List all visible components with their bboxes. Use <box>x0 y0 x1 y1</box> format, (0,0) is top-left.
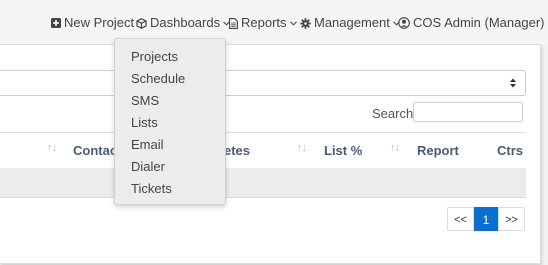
column-ctrs[interactable]: Ctrs <box>497 143 523 158</box>
sort-icon[interactable]: ↑↓ <box>47 142 57 154</box>
nav-user-label: COS Admin (Manager) <box>413 15 545 30</box>
prev-page-button[interactable]: << <box>447 207 474 231</box>
nav-new-project[interactable]: New Project <box>51 15 134 31</box>
select-arrows-icon <box>510 78 516 88</box>
nav-management[interactable]: Management <box>300 15 400 31</box>
dashboards-dropdown-menu: Projects Schedule SMS Lists Email Dialer… <box>114 38 226 205</box>
search-input[interactable] <box>413 102 523 122</box>
main-panel: Search: ↑↓ Contacts etes ↑↓ List % ↑↓ Re… <box>0 44 541 264</box>
next-page-button[interactable]: >> <box>498 207 525 231</box>
menu-item-lists[interactable]: Lists <box>131 115 158 130</box>
menu-item-sms[interactable]: SMS <box>131 93 159 108</box>
menu-item-email[interactable]: Email <box>131 137 164 152</box>
pagination: << 1 >> <box>447 207 525 231</box>
nav-new-project-label: New Project <box>64 15 135 30</box>
table-row <box>0 168 526 198</box>
file-icon <box>229 17 238 29</box>
column-list-percent[interactable]: List % <box>324 143 362 158</box>
plus-square-icon <box>51 18 61 28</box>
chevron-down-icon <box>289 20 297 26</box>
menu-item-projects[interactable]: Projects <box>131 49 178 64</box>
sort-icon[interactable]: ↑↓ <box>390 142 400 154</box>
current-page-button[interactable]: 1 <box>474 207 498 231</box>
nav-dashboards[interactable]: Dashboards <box>136 15 230 31</box>
menu-item-schedule[interactable]: Schedule <box>131 71 185 86</box>
gear-icon <box>300 17 311 29</box>
menu-item-dialer[interactable]: Dialer <box>131 159 165 174</box>
nav-reports-label: Reports <box>241 15 287 30</box>
table-header: ↑↓ Contacts etes ↑↓ List % ↑↓ Report Ctr… <box>0 132 526 169</box>
column-report[interactable]: Report <box>417 143 459 158</box>
column-completes[interactable]: etes <box>224 143 250 158</box>
nav-user-menu[interactable]: COS Admin (Manager) <box>398 15 548 31</box>
sort-icon[interactable]: ↑↓ <box>297 142 307 154</box>
project-select[interactable] <box>0 70 526 96</box>
menu-item-tickets[interactable]: Tickets <box>131 181 172 196</box>
user-circle-icon <box>398 17 410 29</box>
nav-dashboards-label: Dashboards <box>150 15 221 30</box>
nav-management-label: Management <box>314 15 390 30</box>
top-navbar: New Project Dashboards Reports Managemen… <box>0 0 548 44</box>
search-label: Search: <box>372 106 417 121</box>
cube-icon <box>136 17 147 29</box>
nav-reports[interactable]: Reports <box>229 15 297 31</box>
